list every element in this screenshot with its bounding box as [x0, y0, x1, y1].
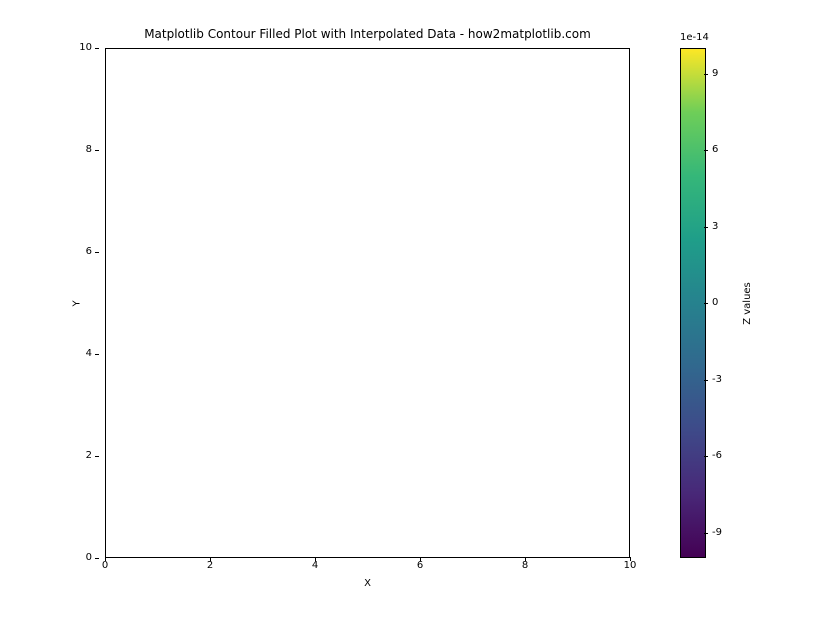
colorbar-tick: -6: [706, 450, 736, 462]
colorbar-label-text: Z values: [742, 282, 753, 325]
colorbar-label: Z values: [740, 48, 754, 558]
y-tick: 2: [0, 450, 100, 462]
x-tick: 8: [505, 560, 545, 571]
y-axis-label-text: Y: [71, 300, 82, 306]
colorbar-tick: -9: [706, 527, 736, 539]
colorbar-offset-text: 1e-14: [680, 32, 709, 43]
x-tick: 4: [295, 560, 335, 571]
chart-title: Matplotlib Contour Filled Plot with Inte…: [105, 27, 630, 41]
colorbar-tick: 6: [706, 144, 736, 156]
colorbar-tick: -3: [706, 374, 736, 386]
colorbar-tick: 9: [706, 68, 736, 80]
colorbar: [680, 48, 706, 558]
x-tick: 6: [400, 560, 440, 571]
x-axis-label: X: [105, 578, 630, 589]
plot-area: [105, 48, 630, 558]
colorbar-gradient: [681, 49, 705, 557]
y-tick: 6: [0, 246, 100, 258]
y-tick: 10: [0, 42, 100, 54]
y-tick: 4: [0, 348, 100, 360]
colorbar-tick: 0: [706, 297, 736, 309]
y-tick: 0: [0, 552, 100, 564]
figure: Matplotlib Contour Filled Plot with Inte…: [0, 0, 840, 630]
x-tick: 10: [610, 560, 650, 571]
colorbar-tick: 3: [706, 221, 736, 233]
y-tick: 8: [0, 144, 100, 156]
y-axis-label: Y: [70, 48, 84, 558]
x-tick: 2: [190, 560, 230, 571]
